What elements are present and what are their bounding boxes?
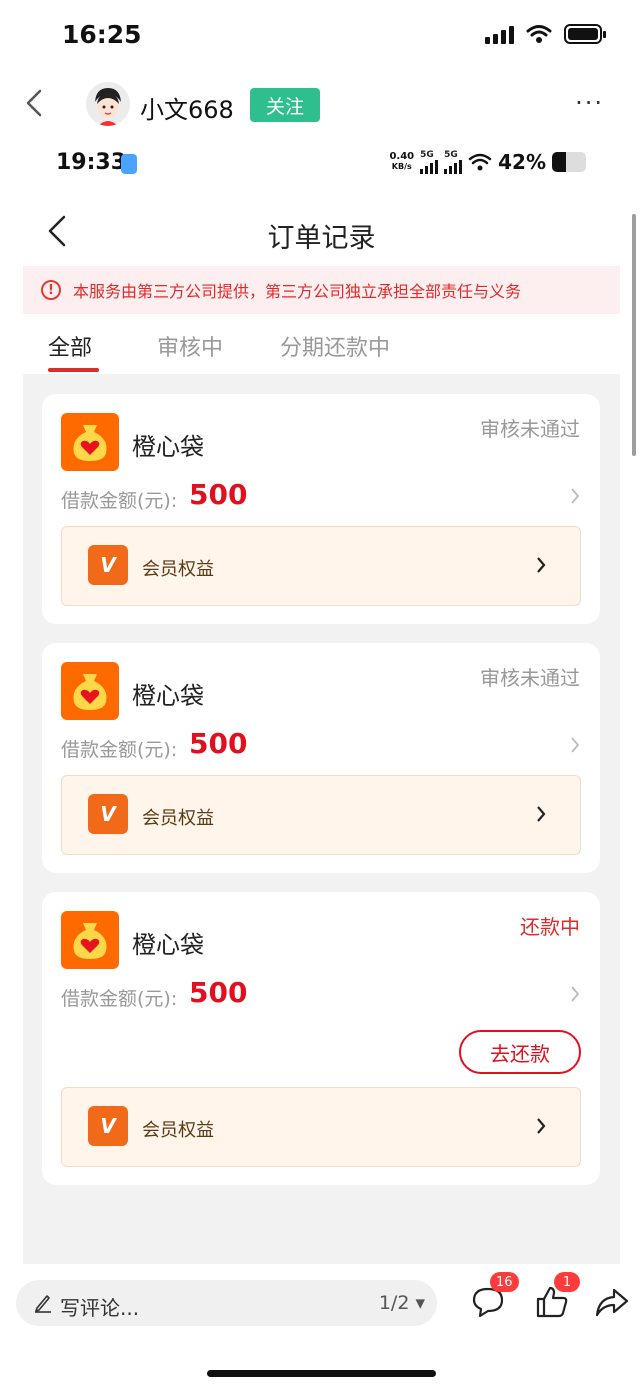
tab-reviewing[interactable]: 审核中 <box>157 330 223 362</box>
vip-benefits-row[interactable]: V 会员权益 <box>61 775 581 855</box>
repay-button[interactable]: 去还款 <box>459 1030 581 1074</box>
tab-bar: 全部 审核中 分期还款中 <box>23 314 620 374</box>
comment-input[interactable]: 写评论... 1/2 ▾ <box>16 1280 437 1326</box>
vip-benefits-row[interactable]: V 会员权益 <box>61 526 581 606</box>
chevron-right-icon <box>537 806 546 822</box>
follow-button[interactable]: 关注 <box>250 88 320 122</box>
notice-text: 本服务由第三方公司提供，第三方公司独立承担全部责任与义务 <box>73 282 522 301</box>
notice-banner: ! 本服务由第三方公司提供，第三方公司独立承担全部责任与义务 <box>23 266 620 314</box>
chevron-right-icon <box>537 1118 546 1134</box>
chevron-right-icon[interactable] <box>570 488 580 504</box>
product-name: 橙心袋 <box>132 682 204 710</box>
author-name[interactable]: 小文668 <box>140 90 234 125</box>
chevron-right-icon[interactable] <box>570 737 580 753</box>
signal-5g-icon-2: 5G <box>444 150 463 174</box>
post-header: 小文668 关注 ··· <box>0 78 642 134</box>
like-button[interactable]: 1 <box>534 1272 580 1320</box>
inner-battery-icon <box>552 152 586 172</box>
battery-icon <box>564 24 606 44</box>
chevron-right-icon <box>537 557 546 573</box>
signal-5g-icon: 5G <box>420 150 439 174</box>
inner-wifi-icon <box>468 153 492 171</box>
inner-battery-percent: 42% <box>498 150 546 174</box>
product-name: 橙心袋 <box>132 433 204 461</box>
like-count-badge: 1 <box>554 1272 580 1292</box>
active-tab-indicator <box>48 368 99 372</box>
amount-label: 借款金额(元): <box>61 739 178 761</box>
product-name: 橙心袋 <box>132 931 204 959</box>
vip-label: 会员权益 <box>142 559 214 580</box>
avatar[interactable] <box>86 82 130 126</box>
cellular-signal-icon <box>485 24 514 44</box>
order-status: 审核未通过 <box>480 666 580 690</box>
amount-label: 借款金额(元): <box>61 490 178 512</box>
order-card[interactable]: 橙心袋 审核未通过 借款金额(元): 500 V 会员权益 <box>42 643 600 873</box>
back-icon[interactable] <box>22 88 46 118</box>
loan-amount: 500 <box>189 976 248 1009</box>
money-bag-icon <box>61 413 119 471</box>
tab-installment[interactable]: 分期还款中 <box>280 330 390 362</box>
post-image[interactable]: 19:33 0.40 KB/s 5G 5G 42% 订单记录 ! 本服务由第三方… <box>23 142 620 1264</box>
chevron-right-icon[interactable] <box>570 986 580 1002</box>
pencil-icon <box>35 1295 51 1313</box>
home-indicator[interactable] <box>207 1370 436 1377</box>
more-options-icon[interactable]: ··· <box>575 91 604 115</box>
loan-amount: 500 <box>189 478 248 511</box>
warning-icon: ! <box>41 280 61 300</box>
bottom-action-bar: 写评论... 1/2 ▾ 16 1 <box>0 1270 642 1336</box>
vip-label: 会员权益 <box>142 808 214 829</box>
vip-label: 会员权益 <box>142 1120 214 1141</box>
money-bag-icon <box>61 662 119 720</box>
nav-bar: 订单记录 <box>23 192 620 268</box>
order-card[interactable]: 橙心袋 还款中 借款金额(元): 500 去还款 V 会员权益 <box>42 892 600 1185</box>
page-indicator[interactable]: 1/2 ▾ <box>379 1292 425 1314</box>
inner-status-bar: 19:33 0.40 KB/s 5G 5G 42% <box>23 142 620 192</box>
os-status-bar: 16:25 <box>0 0 642 72</box>
net-speed: 0.40 KB/s <box>389 151 415 172</box>
amount-label: 借款金额(元): <box>61 988 178 1010</box>
wifi-icon <box>526 25 552 43</box>
tab-all[interactable]: 全部 <box>48 330 92 362</box>
inner-time: 19:33 <box>56 150 127 175</box>
comment-count-badge: 16 <box>490 1272 519 1292</box>
comment-placeholder: 写评论... <box>60 1296 140 1320</box>
scrollbar[interactable] <box>632 214 636 456</box>
order-card[interactable]: 橙心袋 审核未通过 借款金额(元): 500 V 会员权益 <box>42 394 600 624</box>
vip-icon: V <box>88 1106 128 1146</box>
share-icon <box>595 1288 629 1317</box>
loan-amount: 500 <box>189 727 248 760</box>
order-status: 还款中 <box>520 915 580 939</box>
vip-icon: V <box>88 545 128 585</box>
vip-benefits-row[interactable]: V 会员权益 <box>61 1087 581 1167</box>
order-status: 审核未通过 <box>480 417 580 441</box>
comment-button[interactable]: 16 <box>470 1272 519 1320</box>
money-bag-icon <box>61 911 119 969</box>
os-time: 16:25 <box>62 20 142 49</box>
share-button[interactable] <box>594 1284 630 1320</box>
page-title: 订单记录 <box>267 223 376 254</box>
vip-icon: V <box>88 794 128 834</box>
app-notification-icon <box>121 154 137 174</box>
